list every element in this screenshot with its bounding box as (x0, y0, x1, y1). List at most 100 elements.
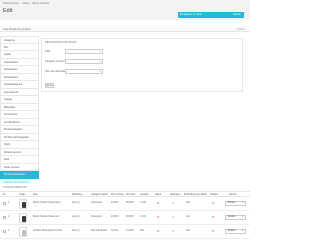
sidebar-item-note[interactable]: Note (0, 156, 39, 164)
row-quantity: 1 200 (140, 201, 146, 204)
breadcrumb-item[interactable]: Stock (22, 2, 29, 5)
row-action-dropdown[interactable]: Modifier ▼ (225, 214, 246, 220)
sidebar-item-suppliers[interactable]: Fournisseurs (0, 88, 39, 96)
status-disabled-icon[interactable]: ✕ (157, 215, 160, 219)
row-name[interactable]: Gift Box Wrap-pack Gris fine (33, 230, 62, 232)
breadcrumb-item[interactable]: Stock Avancé (3, 2, 19, 5)
position-disabled-icon[interactable]: ✕ (212, 201, 215, 205)
row-action-dropdown[interactable]: Modifier ▼ (225, 200, 246, 206)
options-link[interactable]: Options (237, 28, 245, 31)
product-thumbnail (19, 199, 27, 209)
edit-button[interactable]: Modifier (228, 216, 236, 218)
position-disabled-icon[interactable]: ✕ (212, 229, 215, 233)
select-value: -- (67, 51, 69, 53)
product-thumbnail (19, 213, 27, 223)
sidebar-item-connections[interactable]: Connexions (0, 111, 39, 119)
applied-check-icon[interactable]: ✓ (172, 201, 175, 205)
sidebar-item-customization[interactable]: Personnalisation (0, 126, 39, 134)
combination-form-panel: Déclinaisons multiples Taille -- ▼ Catég… (41, 38, 243, 92)
row-reference: demo_2 (72, 215, 81, 218)
sidebar-item-private-notes[interactable]: Notes privées (0, 163, 39, 171)
column-header-base-price[interactable]: Prix de base (111, 194, 124, 196)
row-name[interactable]: Barrel Hoodie Pocket blanc (33, 202, 61, 204)
product-thumbnail (19, 227, 27, 237)
sidebar-item-seo[interactable]: Référencement (0, 148, 39, 156)
sidebar-item-product-combination[interactable]: Produit Déclinaison (0, 171, 39, 179)
form-row: Nom des déclinaisons -- ▼ (42, 69, 244, 74)
row-category: Vêtements (91, 201, 102, 204)
back-button[interactable]: Retour (233, 13, 241, 16)
column-header-default-combination[interactable]: Déclinaison par défaut (184, 194, 207, 196)
column-header-applied[interactable]: Appliquée (170, 194, 180, 196)
chevron-down-icon[interactable]: ▼ (242, 202, 244, 204)
row-base-price: 11,90 € (111, 229, 119, 232)
sidebar-item-category[interactable]: Catégorie (0, 36, 39, 44)
sidebar-item-prices[interactable]: Prix (0, 43, 39, 51)
row-final-price: 28,68 € (126, 201, 134, 204)
subbar: Liste actuelle des produits Options (0, 26, 250, 32)
row-action-dropdown[interactable]: Modifier ▼ (225, 228, 246, 234)
sidebar-item-associations[interactable]: Associations (0, 58, 39, 66)
chevron-down-icon: ▼ (99, 50, 101, 53)
column-header-quantity[interactable]: Quantité (140, 194, 149, 196)
help-icon[interactable]: ? (244, 12, 245, 15)
chevron-down-icon[interactable]: ▼ (242, 216, 244, 218)
sidebar-item-combinations[interactable]: Déclinaisons (0, 73, 39, 81)
list-title: Liste de produits (3, 186, 27, 189)
table-row[interactable]: 3 Gift Box Wrap-pack Gris fine demo_3 Pr… (0, 225, 250, 239)
row-checkbox[interactable] (3, 202, 6, 205)
sidebar-item-quote[interactable]: Quote (0, 51, 39, 59)
sidebar-item-combos[interactable]: Combinaisons (0, 118, 39, 126)
sidebar-item-accessories[interactable]: Accessoires (0, 66, 39, 74)
select-value: -- (67, 61, 69, 63)
combination-wizard-link[interactable]: Assistant de déclinaisons (0, 179, 39, 184)
position-disabled-icon[interactable]: ✕ (212, 215, 215, 219)
column-header-position[interactable]: Position (210, 194, 218, 196)
sidebar-item-tags[interactable]: Étiquettes (0, 103, 39, 111)
edit-button[interactable]: Modifier (228, 202, 236, 204)
sidebar-item-stock[interactable]: Stock (0, 141, 39, 149)
column-header-status[interactable]: Statut (155, 194, 161, 196)
sidebar-item-virtual-product[interactable]: Produit téléchargeable (0, 133, 39, 141)
column-header-id[interactable]: ID (3, 194, 5, 196)
row-category: Prêt-à-Emporter (91, 229, 108, 232)
row-final-price: 14,28 € (126, 229, 134, 232)
edit-button[interactable]: Modifier (228, 230, 236, 232)
table-row[interactable]: 1 Barrel Hoodie Pocket blanc demo_1 Vête… (0, 197, 250, 211)
select-value: -- (67, 71, 69, 73)
sidebar-item-features[interactable]: Caractéristiques (0, 81, 39, 89)
sidebar-item-images[interactable]: Images (0, 96, 39, 104)
form-row: Catégorie de déclinaison -- ▼ (42, 59, 244, 64)
combination-category-select[interactable]: -- ▼ (65, 59, 103, 64)
column-header-category[interactable]: Catégorie défaut (91, 194, 108, 196)
save-and-stay-button[interactable]: Enregistrer et rester (180, 13, 202, 16)
status-disabled-icon[interactable]: ✕ (157, 229, 160, 233)
form-row: Taille -- ▼ (42, 49, 244, 54)
product-list-panel: Liste de produits ID Image Nom Référence… (0, 184, 250, 250)
applied-check-icon[interactable]: ✓ (172, 215, 175, 219)
combination-name-select[interactable]: -- ▼ (65, 69, 103, 74)
row-default-combination: Non (186, 215, 191, 218)
column-header-reference[interactable]: Référence (72, 194, 83, 196)
breadcrumb-item[interactable]: Menu Produits (32, 2, 49, 5)
row-checkbox[interactable] (3, 230, 6, 233)
row-checkbox[interactable] (3, 216, 6, 219)
row-id: 2 (8, 215, 10, 218)
chevron-down-icon[interactable]: ▼ (242, 230, 244, 232)
row-reference: demo_3 (72, 229, 81, 232)
table-row[interactable]: 2 Barrel Hoodie Pocket noir demo_2 Vêtem… (0, 211, 250, 225)
row-name[interactable]: Barrel Hoodie Pocket noir (33, 216, 59, 218)
chevron-down-icon: ▼ (99, 70, 101, 73)
size-select[interactable]: -- ▼ (65, 49, 103, 54)
applied-check-icon[interactable]: ✓ (172, 229, 175, 233)
add-button[interactable]: Ajouter (45, 83, 54, 88)
subbar-label[interactable]: Liste actuelle des produits (3, 28, 31, 31)
status-disabled-icon[interactable]: ✕ (157, 201, 160, 205)
row-reference: demo_1 (72, 201, 81, 204)
row-default-combination: Non (186, 229, 191, 232)
row-id: 3 (8, 229, 10, 232)
column-header-final-price[interactable]: Prix final (126, 194, 135, 196)
row-quantity: 900 (140, 229, 144, 232)
column-header-name[interactable]: Nom (33, 194, 38, 196)
row-quantity: 1 200 (140, 215, 146, 218)
